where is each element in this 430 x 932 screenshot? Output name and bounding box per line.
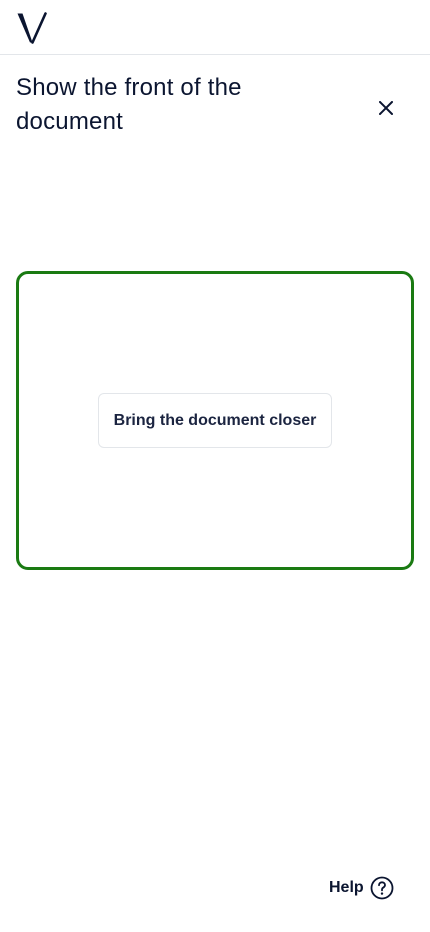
question-circle-icon <box>370 876 394 900</box>
capture-hint: Bring the document closer <box>98 393 332 448</box>
page-title: Show the front of the document <box>16 74 242 135</box>
help-button[interactable]: Help <box>329 874 394 902</box>
brand-logo-icon <box>17 12 47 44</box>
close-icon <box>379 101 393 115</box>
help-label: Help <box>329 879 364 896</box>
top-bar <box>0 0 430 55</box>
close-button[interactable] <box>370 92 402 124</box>
